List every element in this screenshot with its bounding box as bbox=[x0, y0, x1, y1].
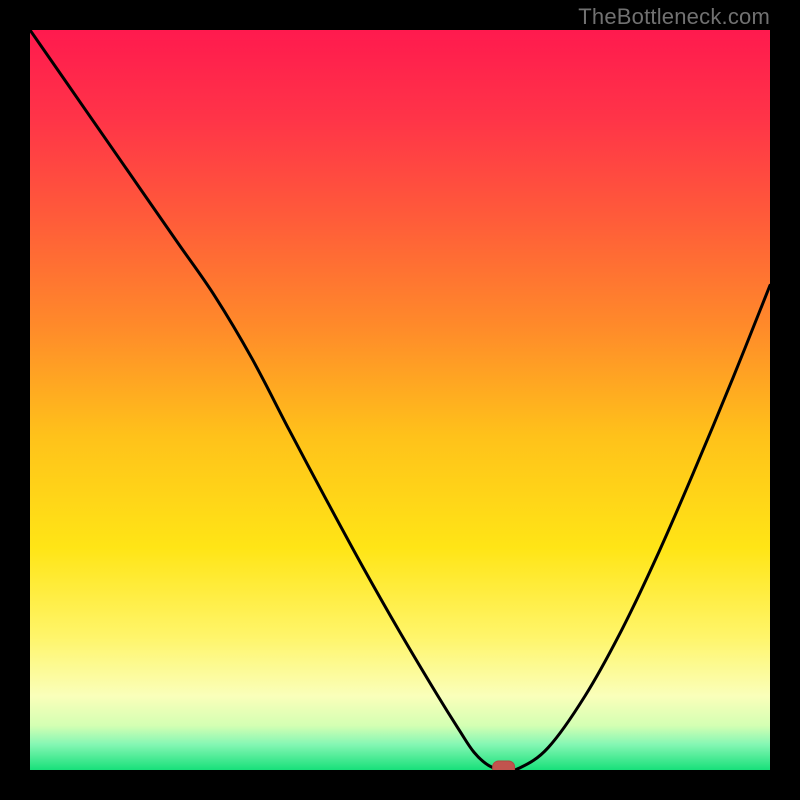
attribution-text: TheBottleneck.com bbox=[578, 4, 770, 30]
bottleneck-chart bbox=[30, 30, 770, 770]
chart-frame: TheBottleneck.com bbox=[0, 0, 800, 800]
chart-background bbox=[30, 30, 770, 770]
optimum-marker bbox=[493, 761, 515, 770]
